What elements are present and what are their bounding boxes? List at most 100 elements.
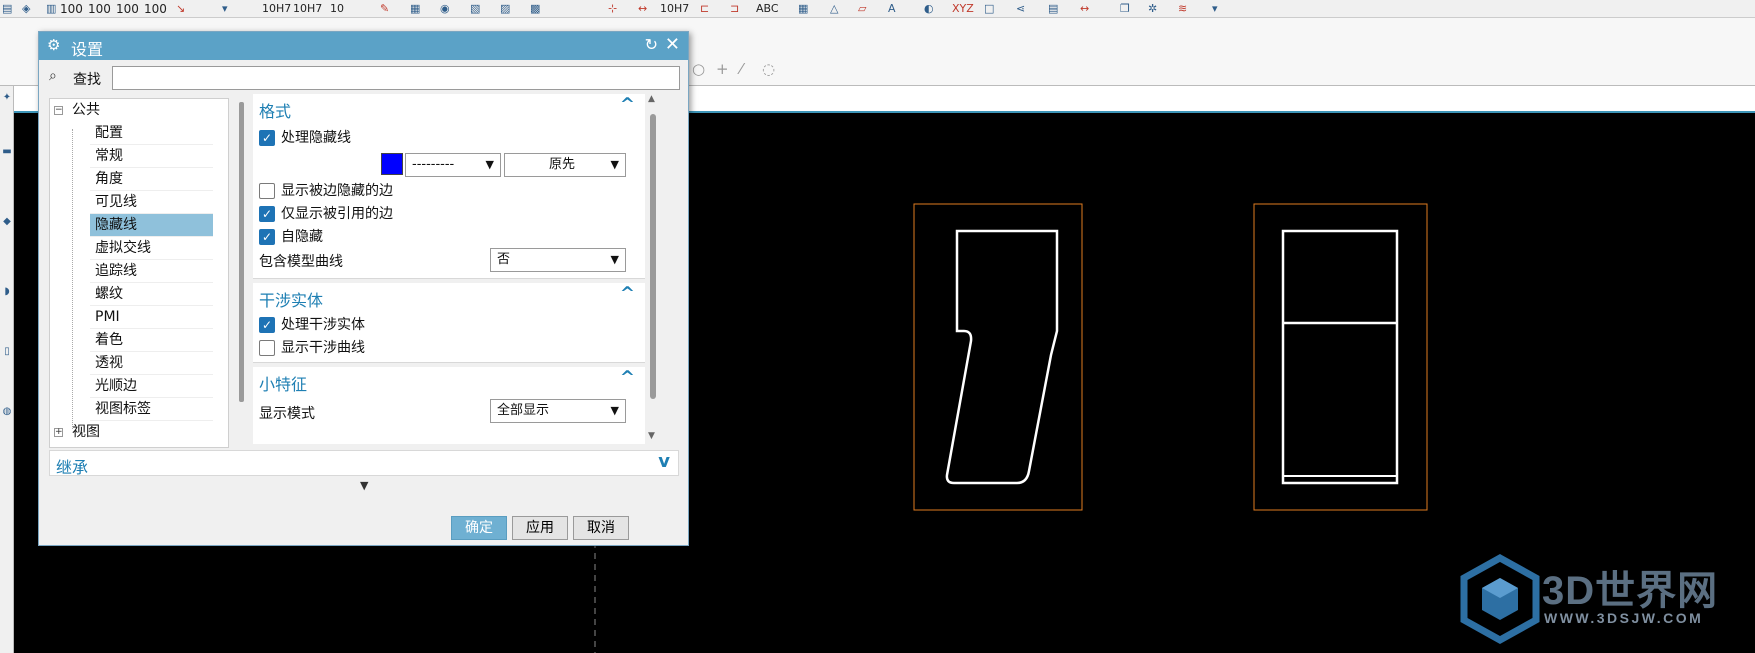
part-icon[interactable]: ◆	[1, 216, 13, 227]
tolerance-label-2[interactable]: 10H7	[293, 2, 322, 16]
table-icon[interactable]: ▦	[798, 2, 808, 16]
process-interference-label: 处理干涉实体	[281, 317, 365, 333]
xyz-label[interactable]: XYZ	[952, 2, 974, 16]
tree-item-smooth-edges[interactable]: 光顺边	[90, 375, 213, 398]
tree-item-thread[interactable]: 螺纹	[90, 283, 213, 306]
folder-icon[interactable]: ▬	[1, 146, 13, 157]
link-icon[interactable]: ◗	[1, 286, 13, 297]
tolerance-label-3[interactable]: 10H7	[660, 2, 689, 16]
show-referenced-checkbox[interactable]: ✓	[259, 206, 275, 222]
line-width-dropdown[interactable]: 原先 ▼	[504, 153, 626, 177]
rectangle-icon[interactable]: □	[984, 2, 994, 16]
tree-item-hidden-lines[interactable]: 隐藏线	[90, 214, 213, 237]
dimension-label-4[interactable]: 100	[144, 2, 167, 16]
tree-item-config[interactable]: 配置	[90, 122, 213, 145]
section-format-title[interactable]: 格式	[259, 98, 291, 122]
edit-icon[interactable]: ✎	[380, 2, 389, 16]
process-hidden-checkbox[interactable]: ✓	[259, 130, 275, 146]
include-model-curves-dropdown[interactable]: 否 ▼	[490, 248, 626, 272]
dialog-title-bar[interactable]: ⚙ 设置 ↻ ✕	[39, 32, 688, 60]
snap-plus-icon[interactable]: +	[716, 60, 729, 78]
text-style-icon[interactable]: A	[888, 2, 896, 16]
book-icon[interactable]: ▥	[46, 2, 56, 16]
display-mode-dropdown[interactable]: 全部显示 ▼	[490, 399, 626, 423]
dimension-label-1[interactable]: 100	[60, 2, 83, 16]
abc-label[interactable]: ABC	[756, 2, 779, 16]
expand-icon[interactable]: +	[54, 428, 63, 437]
tree-item-perspective[interactable]: 透视	[90, 352, 213, 375]
apply-button[interactable]: 应用	[512, 516, 568, 540]
ten-label[interactable]: 10	[330, 2, 344, 16]
chain-dim-icon[interactable]: ↔	[1080, 2, 1089, 16]
dimension-label-2[interactable]: 100	[88, 2, 111, 16]
copy-icon[interactable]: ❐	[1120, 2, 1130, 16]
show-interference-curves-checkbox[interactable]	[259, 340, 275, 356]
section-icon[interactable]: ▨	[500, 2, 510, 16]
line-color-swatch[interactable]	[381, 153, 403, 175]
section-interference-title[interactable]: 干涉实体	[259, 287, 323, 311]
collapse-icon[interactable]: −	[54, 106, 63, 115]
centerline-icon[interactable]: ⊹	[608, 2, 617, 16]
line-style-dropdown[interactable]: --------- ▼	[405, 153, 501, 177]
dimension-label-3[interactable]: 100	[116, 2, 139, 16]
page-icon[interactable]: ▯	[1, 346, 13, 357]
collapse-caret-icon[interactable]: ^	[620, 94, 635, 115]
include-model-curves-label: 包含模型曲线	[259, 254, 343, 270]
search-input[interactable]	[112, 66, 680, 90]
self-hide-checkbox[interactable]: ✓	[259, 229, 275, 245]
tree-item-angle[interactable]: 角度	[90, 168, 213, 191]
reset-icon[interactable]: ↻	[645, 35, 658, 54]
symbol-icon[interactable]: ⋖	[1016, 2, 1025, 16]
tree-item-view-label[interactable]: 视图标签	[90, 398, 213, 421]
tree-scrollbar[interactable]	[239, 102, 244, 402]
globe-icon[interactable]: ◍	[1, 406, 13, 417]
region-icon[interactable]: ▱	[858, 2, 866, 16]
close-icon[interactable]: ✕	[665, 34, 680, 55]
settings-icon[interactable]: ✲	[1148, 2, 1157, 16]
dropdown-arrow-icon[interactable]: ▾	[1212, 2, 1218, 16]
snap-point-icon[interactable]: ◌	[762, 60, 775, 78]
tolerance-label-1[interactable]: 10H7	[262, 2, 291, 16]
expand-caret-icon[interactable]: v	[658, 451, 670, 472]
pin-icon[interactable]: ✦	[1, 92, 13, 103]
datum-target-icon[interactable]: ⊐	[730, 2, 739, 16]
grid-icon[interactable]: ▤	[1048, 2, 1058, 16]
mass-icon[interactable]: ◐	[924, 2, 934, 16]
section-small-feature-title[interactable]: 小特征	[259, 371, 307, 395]
dimension-icon[interactable]: ↔	[638, 2, 647, 16]
tree-item-virtual-intersection[interactable]: 虚拟交线	[90, 237, 213, 260]
balloon-icon[interactable]: ◉	[440, 2, 450, 16]
more-options-icon[interactable]: ▼	[360, 479, 368, 492]
tree-item-visible-lines[interactable]: 可见线	[90, 191, 213, 214]
triangle-icon[interactable]: △	[830, 2, 838, 16]
tree-item-trace-lines[interactable]: 追踪线	[90, 260, 213, 283]
datum-icon[interactable]: ⊏	[700, 2, 709, 16]
cancel-button[interactable]: 取消	[573, 516, 629, 540]
search-label: 查找	[73, 72, 101, 88]
scroll-down-icon[interactable]: ▼	[648, 431, 655, 441]
dropdown-icon[interactable]: ▾	[222, 2, 228, 16]
show-hidden-edges-checkbox[interactable]	[259, 183, 275, 199]
layer-icon[interactable]: ▤	[2, 2, 12, 16]
tree-item-pmi[interactable]: PMI	[90, 306, 213, 329]
collapse-caret-icon[interactable]: ^	[620, 283, 635, 304]
wave-icon[interactable]: ≋	[1178, 2, 1187, 16]
arrow-icon[interactable]: ↘	[176, 2, 185, 16]
scroll-thumb[interactable]	[650, 114, 656, 399]
collapse-caret-icon[interactable]: ^	[620, 367, 635, 388]
process-interference-checkbox[interactable]: ✓	[259, 317, 275, 333]
tree-connector	[72, 129, 73, 429]
scroll-up-icon[interactable]: ▲	[648, 94, 655, 104]
detail-icon[interactable]: ▩	[530, 2, 540, 16]
tree-item-shading[interactable]: 着色	[90, 329, 213, 352]
tree-item-general[interactable]: 常规	[90, 145, 213, 168]
snap-circle-icon[interactable]: ○	[692, 60, 705, 78]
stack-icon[interactable]: ◈	[22, 2, 30, 16]
view-icon[interactable]: ▧	[470, 2, 480, 16]
snap-line-icon[interactable]: ⁄	[740, 60, 743, 78]
line-style-value: ---------	[412, 157, 455, 172]
panel-scrollbar[interactable]: ▲ ▼	[647, 94, 659, 444]
note-icon[interactable]: ▦	[410, 2, 420, 16]
ok-button[interactable]: 确定	[451, 516, 507, 540]
section-inherit[interactable]: 继承 v	[49, 450, 679, 477]
